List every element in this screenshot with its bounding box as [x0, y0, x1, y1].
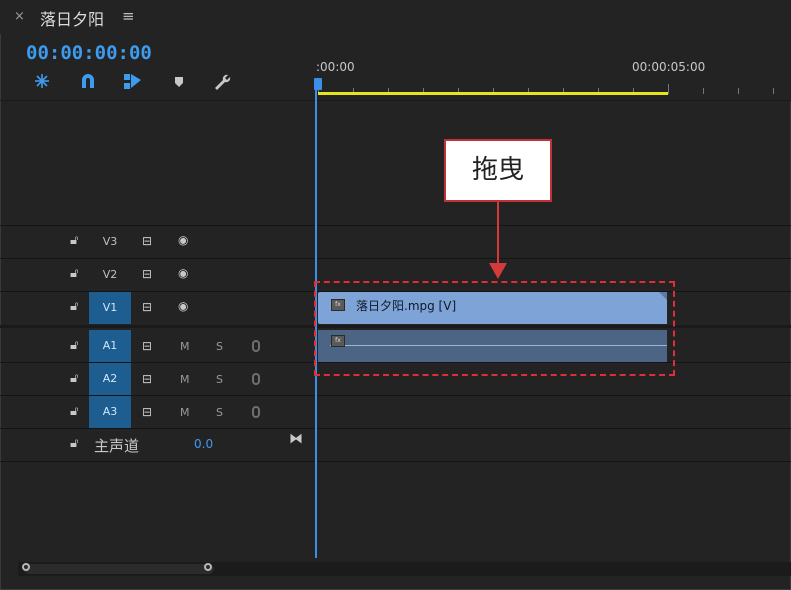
ruler-tick	[738, 88, 739, 94]
lock-icon[interactable]: 🔓︎	[70, 233, 78, 248]
solo-button[interactable]: S	[216, 373, 223, 386]
sync-lock-icon[interactable]: ⊟	[142, 405, 152, 419]
drag-callout: 拖曳	[444, 139, 552, 202]
master-volume-value[interactable]: 0.0	[194, 437, 213, 451]
lock-icon[interactable]: 🔓︎	[70, 404, 78, 419]
playhead-timecode[interactable]: 00:00:00:00	[26, 42, 152, 64]
microphone-icon[interactable]	[252, 340, 260, 352]
mute-button[interactable]: M	[180, 373, 190, 386]
track-a3-name[interactable]: A3	[89, 396, 131, 428]
ruler-tick	[703, 88, 704, 94]
master-track-header[interactable]: 🔓︎ 主声道 0.0 ⧓	[0, 429, 314, 461]
sync-lock-icon[interactable]: ⊟	[142, 267, 152, 281]
mute-button[interactable]: M	[180, 340, 190, 353]
playhead-handle[interactable]	[314, 78, 322, 90]
track-v1-name[interactable]: V1	[89, 292, 131, 324]
track-a2-header[interactable]: 🔓︎ A2 ⊟ M S	[0, 363, 314, 395]
track-v1-header[interactable]: 🔓︎ V1 ⊟ ◉	[0, 292, 314, 324]
lock-icon[interactable]: 🔓︎	[70, 371, 78, 386]
sync-lock-icon[interactable]: ⊟	[142, 339, 152, 353]
lock-icon[interactable]: 🔓︎	[70, 338, 78, 353]
divider	[0, 461, 791, 462]
callout-arrow-head	[489, 263, 507, 279]
solo-button[interactable]: S	[216, 340, 223, 353]
sequence-title[interactable]: 落日夕阳	[40, 6, 104, 30]
horizontal-scrollbar[interactable]	[24, 564, 214, 574]
ruler-tick	[773, 88, 774, 94]
work-area-bar[interactable]	[318, 92, 668, 95]
drag-highlight-box	[314, 281, 675, 376]
microphone-icon[interactable]	[252, 373, 260, 385]
nest-sequence-icon[interactable]	[31, 70, 53, 92]
solo-button[interactable]: S	[216, 406, 223, 419]
microphone-icon[interactable]	[252, 406, 260, 418]
lock-icon[interactable]: 🔓︎	[70, 266, 78, 281]
sync-lock-icon[interactable]: ⊟	[142, 300, 152, 314]
track-v3-header[interactable]: 🔓︎ V3 ⊟ ◉	[0, 226, 314, 258]
sync-lock-icon[interactable]: ⊟	[142, 234, 152, 248]
scroll-left-handle[interactable]	[22, 563, 30, 571]
lock-icon[interactable]: 🔓︎	[70, 299, 78, 314]
time-ruler[interactable]	[314, 34, 791, 100]
eye-icon[interactable]: ◉	[178, 299, 188, 313]
ruler-tick	[668, 84, 669, 94]
master-track-label: 主声道	[94, 437, 140, 455]
panel-header	[0, 0, 791, 34]
ruler-mark-label: 00:00:05:00	[632, 60, 706, 74]
callout-arrow-line	[497, 202, 499, 264]
track-a3-header[interactable]: 🔓︎ A3 ⊟ M S	[0, 396, 314, 428]
track-a1-name[interactable]: A1	[89, 330, 131, 362]
mute-button[interactable]: M	[180, 406, 190, 419]
track-a2-name[interactable]: A2	[89, 363, 131, 395]
track-a1-header[interactable]: 🔓︎ A1 ⊟ M S	[0, 330, 314, 362]
scroll-right-handle[interactable]	[204, 563, 212, 571]
eye-icon[interactable]: ◉	[178, 233, 188, 247]
close-icon[interactable]: ×	[14, 9, 25, 24]
go-to-in-out-icon[interactable]: ⧓	[289, 431, 303, 447]
eye-icon[interactable]: ◉	[178, 266, 188, 280]
track-v2-header[interactable]: 🔓︎ V2 ⊟ ◉	[0, 259, 314, 291]
linked-selection-icon[interactable]	[121, 70, 143, 92]
panel-menu-icon[interactable]: ≡	[122, 7, 135, 25]
sync-lock-icon[interactable]: ⊟	[142, 372, 152, 386]
settings-wrench-icon[interactable]	[210, 70, 232, 92]
track-v3-name[interactable]: V3	[89, 226, 131, 258]
ruler-start-label: :00:00	[316, 60, 355, 74]
track-v2-name[interactable]: V2	[89, 259, 131, 291]
lock-icon[interactable]: 🔓︎	[70, 436, 78, 451]
divider	[0, 100, 791, 101]
snap-magnet-icon[interactable]	[77, 70, 99, 92]
add-marker-icon[interactable]	[168, 70, 190, 92]
